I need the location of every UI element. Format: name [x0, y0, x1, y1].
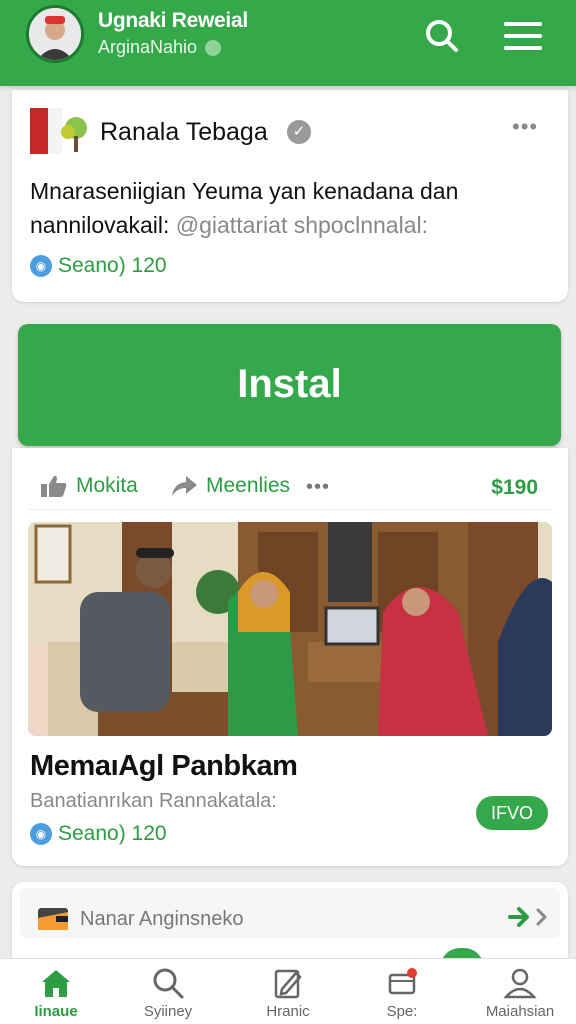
share-label: Meenlies	[206, 474, 291, 497]
wallet-icon	[38, 908, 68, 930]
tab-label: Maiahsian	[485, 1003, 555, 1020]
app-subtitle-text: ArginaNahio	[98, 37, 198, 57]
post-mention[interactable]: @giattariat shpoclnnalal:	[176, 212, 428, 238]
user-icon	[503, 968, 537, 999]
home-icon	[42, 970, 70, 997]
like-label: Mokita	[76, 474, 138, 497]
share-button[interactable]: Meenlies	[170, 474, 290, 498]
price-label: $190	[491, 476, 538, 499]
share-arrow-icon	[172, 476, 197, 496]
search-button[interactable]	[418, 12, 466, 60]
like-button[interactable]: Mokita	[40, 474, 138, 498]
hamburger-menu-icon	[504, 22, 542, 50]
feed-photo[interactable]	[28, 522, 552, 736]
stat-icon: ◉	[30, 823, 52, 845]
tab-notifications[interactable]: Spe:	[346, 965, 458, 1023]
feed-photo-image	[28, 522, 552, 736]
notification-icon	[388, 968, 417, 995]
avatar-logo	[29, 8, 81, 60]
post-author-icon	[30, 108, 87, 154]
tab-label: Iinaue	[34, 1003, 78, 1020]
arrow-right-icon	[508, 907, 547, 927]
thumbs-up-icon	[41, 475, 67, 497]
feed-headline[interactable]: MemaıAgl Panbkam	[30, 750, 298, 783]
tab-document[interactable]: Hranic	[232, 965, 344, 1023]
search-icon	[153, 968, 184, 999]
install-button[interactable]: Instal	[18, 324, 561, 446]
tab-label: Syiiney	[143, 1003, 193, 1020]
stat-icon: ◉	[30, 255, 52, 277]
avatar[interactable]	[26, 5, 84, 63]
post-text: Mnaraseniigian Yeuma yan kenadana dan na…	[30, 174, 550, 242]
menu-button[interactable]	[498, 12, 548, 60]
feed-stat: ◉ Seano) 120	[30, 822, 167, 846]
app-header: Ugnaki Reweial ArginaNahio	[0, 0, 576, 86]
post-author[interactable]: Ranala Tebaga	[100, 118, 268, 147]
list-item[interactable]: Nanar Anginsneko	[20, 888, 560, 938]
bottom-tab-bar: Iinaue Syiiney Hranic Spe: Maiahsian	[0, 958, 576, 1024]
tab-search[interactable]: Syiiney	[112, 965, 224, 1023]
feed-subline: Banatianrıkan Rannakatala:	[30, 790, 277, 812]
tab-profile[interactable]: Maiahsian	[464, 965, 576, 1023]
post-stat: ◉ Seano) 120	[30, 254, 167, 278]
more-dots-icon[interactable]: •••	[306, 476, 330, 499]
search-icon	[426, 20, 458, 52]
post-card: Ranala Tebaga ✓ ••• Mnaraseniigian Yeuma…	[12, 90, 568, 302]
tab-home[interactable]: Iinaue	[0, 965, 112, 1023]
verified-badge-icon: ✓	[287, 120, 311, 144]
app-title: Ugnaki Reweial	[98, 9, 248, 32]
tab-label: Spe:	[386, 1003, 418, 1020]
tab-label: Hranic	[266, 1003, 310, 1020]
status-badge-icon	[205, 39, 222, 56]
feed-card: Mokita Meenlies ••• $190 MemaıAgl Panbka…	[12, 448, 568, 866]
post-stat-text: Seano) 120	[58, 254, 167, 277]
list-card: Nanar Anginsneko	[12, 882, 568, 968]
feed-stat-text: Seano) 120	[58, 822, 167, 845]
app-subtitle: ArginaNahio	[98, 37, 222, 58]
list-item-label: Nanar Anginsneko	[80, 908, 244, 930]
feed-actions: Mokita Meenlies ••• $190	[28, 452, 552, 510]
more-dots-icon[interactable]: •••	[512, 114, 538, 140]
feed-chip-button[interactable]: IFVO	[476, 796, 548, 830]
document-edit-icon	[274, 969, 302, 999]
